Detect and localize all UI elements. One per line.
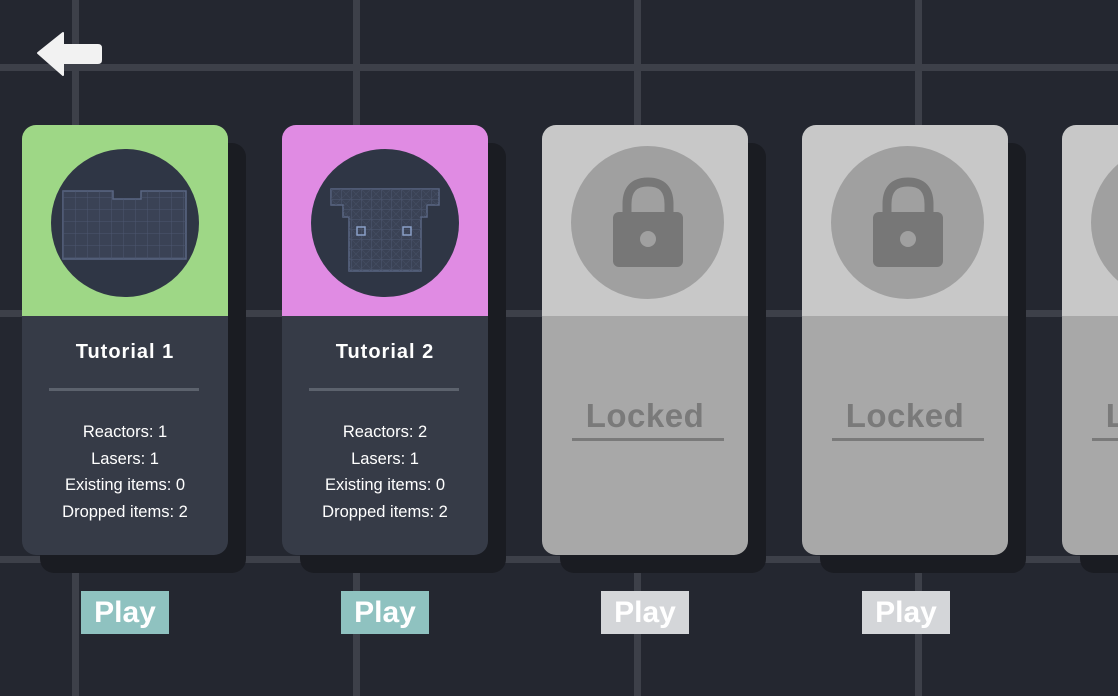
- card-body: Locked: [542, 125, 748, 555]
- level-map-preview: [330, 188, 440, 272]
- divider: [309, 388, 459, 391]
- play-button-locked-4: Play: [862, 591, 950, 634]
- locked-label: Locked: [845, 397, 965, 434]
- play-button-tutorial-2[interactable]: Play: [341, 591, 429, 634]
- level-thumbnail: [311, 149, 459, 297]
- locked-underline: [572, 438, 724, 441]
- level-map-preview: [62, 190, 187, 260]
- card-header: [282, 125, 488, 316]
- reactors-count: Reactors: 2: [342, 423, 428, 441]
- level-stats: Reactors: 2 Lasers: 1 Existing items: 0 …: [282, 419, 488, 525]
- level-stats: Reactors: 1 Lasers: 1 Existing items: 0 …: [22, 419, 228, 525]
- existing-items-count: Existing items: 0: [64, 476, 186, 494]
- locked-underline: [832, 438, 984, 441]
- card-details: [802, 316, 1008, 555]
- divider: [49, 388, 199, 391]
- padlock-icon: [873, 177, 943, 267]
- card-header: [802, 125, 1008, 316]
- card-details: [542, 316, 748, 555]
- card-body: Tutorial 1 Reactors: 1 Lasers: 1 Existin…: [22, 125, 228, 555]
- dropped-items-count: Dropped items: 2: [62, 502, 188, 521]
- arrow-left-icon: [37, 32, 102, 76]
- card-body: Locked: [802, 125, 1008, 555]
- existing-items-count: Existing items: 0: [324, 476, 446, 494]
- level-thumbnail: [51, 149, 199, 297]
- lock-badge: [1091, 146, 1118, 299]
- play-button-locked-3: Play: [601, 591, 689, 634]
- card-body: Tutorial 2 Reactors: 2 Lasers: 1 Existin…: [282, 125, 488, 555]
- reactors-count: Reactors: 1: [82, 423, 168, 441]
- card-details: [1062, 316, 1118, 555]
- lasers-count: Lasers: 1: [351, 449, 419, 468]
- lock-badge: [831, 146, 984, 299]
- level-select-screen: Tutorial 1 Reactors: 1 Lasers: 1 Existin…: [0, 0, 1118, 696]
- card-header: [542, 125, 748, 316]
- card-body: Locked: [1062, 125, 1118, 555]
- level-card-locked-5: Locked: [1062, 125, 1118, 573]
- lock-badge: [571, 146, 724, 299]
- card-header: [22, 125, 228, 316]
- level-title: Tutorial 2: [335, 341, 435, 363]
- locked-label: Locked: [585, 397, 705, 434]
- card-header: [1062, 125, 1118, 316]
- level-card-tutorial-1[interactable]: Tutorial 1 Reactors: 1 Lasers: 1 Existin…: [22, 125, 246, 573]
- level-card-locked-4: Locked: [802, 125, 1026, 573]
- padlock-icon: [613, 177, 683, 267]
- play-button-tutorial-1[interactable]: Play: [81, 591, 169, 634]
- locked-underline: [1092, 438, 1118, 441]
- locked-label: Locked: [1105, 397, 1118, 434]
- level-card-tutorial-2[interactable]: Tutorial 2 Reactors: 2 Lasers: 1 Existin…: [282, 125, 506, 573]
- back-button[interactable]: [36, 30, 104, 78]
- lasers-count: Lasers: 1: [91, 449, 159, 468]
- level-title: Tutorial 1: [75, 341, 175, 363]
- grid-line: [0, 64, 1118, 71]
- level-card-locked-3: Locked: [542, 125, 766, 573]
- dropped-items-count: Dropped items: 2: [322, 502, 448, 521]
